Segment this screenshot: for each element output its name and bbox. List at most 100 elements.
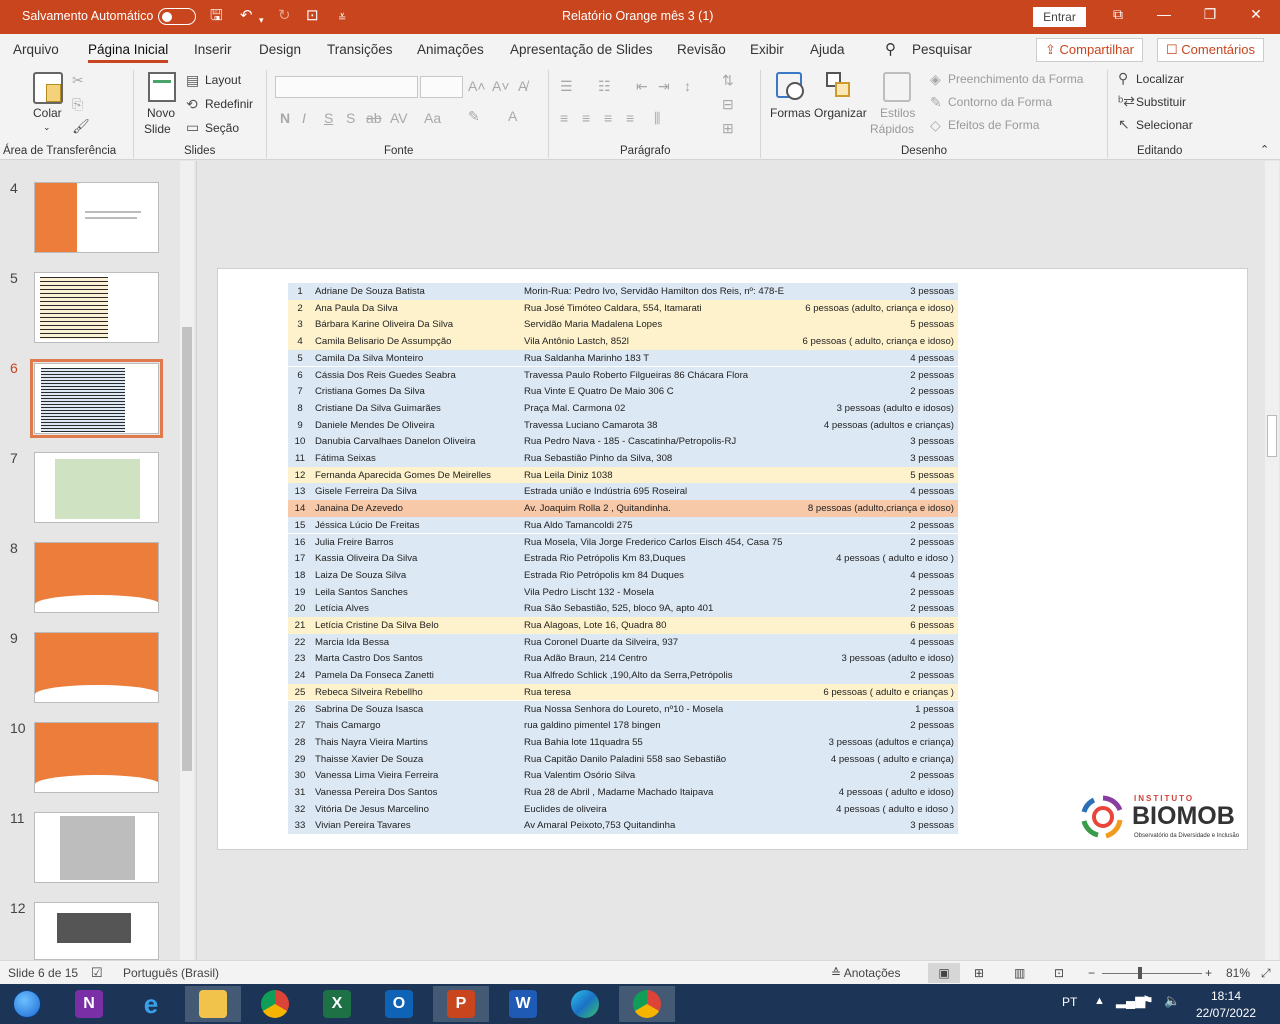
tab-transicoes[interactable]: Transições [327, 42, 393, 57]
tab-pagina-inicial[interactable]: Página Inicial [88, 42, 169, 63]
undo-icon[interactable]: ↶ [240, 7, 253, 25]
show-hidden-icons-icon[interactable]: ▲ [1094, 995, 1105, 1007]
slide-thumbnail-11[interactable] [34, 812, 159, 883]
align-left-icon[interactable]: ≡ [560, 110, 568, 126]
tab-apresentacao[interactable]: Apresentação de Slides [510, 42, 653, 57]
numbering-icon[interactable]: ☷ [598, 78, 611, 95]
font-color-icon[interactable]: A [508, 108, 517, 124]
decrease-indent-icon[interactable]: ⇤ [636, 78, 648, 95]
table-row[interactable]: 33 Vivian Pereira Tavares Av Amaral Peixot… [288, 817, 958, 835]
table-row[interactable]: 12 Fernanda Aparecida Gomes De Meirelles R… [288, 466, 958, 484]
arrange-label[interactable]: Organizar [814, 106, 867, 120]
reading-view-icon[interactable]: ▥ [1014, 966, 1025, 980]
taskbar-chrome-profile[interactable] [619, 986, 675, 1022]
shadow-icon[interactable]: S [346, 110, 355, 126]
accessibility-icon[interactable]: ☑ [91, 965, 103, 981]
arrange-icon[interactable] [826, 72, 852, 100]
table-row[interactable]: 19 Leila Santos Sanches Vila Pedro Lischt … [288, 583, 958, 601]
table-row[interactable]: 24 Pamela Da Fonseca Zanetti Rua Alfredo S… [288, 667, 958, 684]
tab-inserir[interactable]: Inserir [194, 42, 232, 57]
tab-revisao[interactable]: Revisão [677, 42, 726, 57]
format-painter-icon[interactable]: 🖌 [72, 118, 90, 135]
new-slide-label-2[interactable]: Slide [144, 122, 171, 136]
editor-scrollbar[interactable] [1265, 161, 1279, 960]
undo-dropdown-icon[interactable]: ▾ [259, 11, 264, 29]
restore-icon[interactable]: ❐ [1200, 6, 1220, 23]
quick-styles-label[interactable]: Estilos [880, 106, 915, 120]
table-row[interactable]: 14 Janaina De Azevedo Av. Joaquim Rolla 2 … [288, 500, 958, 517]
table-row[interactable]: 18 Laiza De Souza Silva Estrada Rio Petróp… [288, 566, 958, 584]
table-row[interactable]: 8 Cristiane Da Silva Guimarães Praça Mal. … [288, 399, 958, 417]
slide-canvas[interactable]: 1 Adriane De Souza Batista Morin-Rua: Pedr… [218, 269, 1247, 849]
taskbar-excel[interactable]: X [309, 986, 365, 1022]
volume-icon[interactable]: 🔈 [1164, 993, 1180, 1009]
normal-view-icon[interactable]: ▣ [928, 963, 960, 983]
align-center-icon[interactable]: ≡ [582, 110, 590, 126]
table-row[interactable]: 23 Marta Castro Dos Santos Rua Adão Braun,… [288, 650, 958, 668]
paste-label[interactable]: Colar [33, 106, 62, 120]
increase-indent-icon[interactable]: ⇥ [658, 78, 670, 95]
shape-effects-button[interactable]: Efeitos de Forma [948, 118, 1039, 132]
zoom-level[interactable]: 81% [1226, 966, 1250, 980]
table-row[interactable]: 2 Ana Paula Da Silva Rua José Timóteo Cald… [288, 299, 958, 317]
taskbar-powerpoint[interactable]: P [433, 986, 489, 1022]
slide-sorter-icon[interactable]: ⊞ [974, 966, 984, 980]
highlight-icon[interactable]: ✎ [468, 108, 480, 125]
shape-fill-button[interactable]: Preenchimento da Forma [948, 72, 1083, 86]
reset-button[interactable]: Redefinir [205, 97, 253, 111]
paste-icon[interactable] [33, 72, 63, 104]
fit-slide-icon[interactable]: ⤢ [1261, 966, 1271, 981]
line-spacing-icon[interactable]: ↕ [684, 78, 691, 94]
font-size-select[interactable] [420, 76, 463, 98]
bold-icon[interactable]: N [280, 110, 290, 126]
customize-qat-icon[interactable]: ≚ [338, 10, 346, 28]
shapes-label[interactable]: Formas [770, 106, 811, 120]
slide-thumbnail-10[interactable] [34, 722, 159, 793]
search-label[interactable]: Pesquisar [912, 42, 972, 57]
copy-icon[interactable]: ⎘ [72, 96, 83, 113]
autosave-toggle[interactable] [158, 8, 196, 25]
zoom-out-icon[interactable]: − [1088, 966, 1095, 980]
table-row[interactable]: 28 Thais Nayra Vieira Martins Rua Bahia lo… [288, 733, 958, 751]
table-row[interactable]: 21 Letícia Cristine Da Silva Belo Rua Alag… [288, 617, 958, 634]
notes-button[interactable]: ≙ Anotações [831, 966, 900, 980]
ribbon-display-icon[interactable]: ⧉ [1108, 6, 1128, 23]
table-row[interactable]: 10 Danubia Carvalhaes Danelon Oliveira Rua… [288, 433, 958, 450]
layout-button[interactable]: Layout [205, 73, 241, 87]
strikethrough-icon[interactable]: ab [366, 110, 382, 126]
slide-thumbnail-6[interactable] [30, 359, 163, 438]
zoom-slider[interactable] [1102, 973, 1202, 974]
close-icon[interactable]: ✕ [1246, 6, 1266, 23]
shape-outline-button[interactable]: Contorno da Forma [948, 95, 1052, 109]
zoom-in-icon[interactable]: + [1205, 966, 1212, 980]
table-row[interactable]: 7 Cristiana Gomes Da Silva Rua Vinte E Qua… [288, 383, 958, 400]
align-text-icon[interactable]: ⊟ [722, 96, 734, 113]
slide-thumbnail-12[interactable] [34, 902, 159, 960]
select-button[interactable]: Selecionar [1136, 118, 1193, 132]
tab-ajuda[interactable]: Ajuda [810, 42, 845, 57]
table-row[interactable]: 27 Thais Camargo rua galdino pimentel 178 … [288, 717, 958, 734]
decrease-font-icon[interactable]: A˅ [492, 78, 510, 94]
slide-thumbnail-4[interactable] [34, 182, 159, 253]
language-status[interactable]: Português (Brasil) [123, 966, 219, 980]
font-family-select[interactable] [275, 76, 418, 98]
new-slide-icon[interactable] [148, 72, 176, 102]
thumbnail-scrollbar[interactable] [180, 161, 194, 961]
table-row[interactable]: 15 Jéssica Lúcio De Freitas Rua Aldo Taman… [288, 516, 958, 534]
slide-thumbnail-8[interactable] [34, 542, 159, 613]
sign-in-button[interactable]: Entrar [1033, 7, 1086, 27]
present-from-start-icon[interactable]: ⊡ [306, 7, 319, 25]
table-row[interactable]: 26 Sabrina De Souza Isasca Rua Nossa Senho… [288, 700, 958, 718]
taskbar-ie[interactable]: e [123, 986, 179, 1022]
table-row[interactable]: 32 Vitória De Jesus Marcelino Euclides de … [288, 800, 958, 818]
justify-icon[interactable]: ≡ [626, 110, 634, 126]
taskbar-explorer[interactable] [185, 986, 241, 1022]
slide-thumbnail-7[interactable] [34, 452, 159, 523]
smartart-icon[interactable]: ⊞ [722, 120, 734, 137]
bullets-icon[interactable]: ☰ [560, 78, 573, 95]
paste-dropdown-icon[interactable]: ⌄ [43, 122, 51, 133]
table-row[interactable]: 29 Thaisse Xavier De Souza Rua Capitão Dan… [288, 750, 958, 768]
clear-format-icon[interactable]: A̸ [518, 78, 527, 94]
minimize-icon[interactable]: — [1154, 6, 1174, 22]
table-row[interactable]: 31 Vanessa Pereira Dos Santos Rua 28 de Ab… [288, 784, 958, 801]
